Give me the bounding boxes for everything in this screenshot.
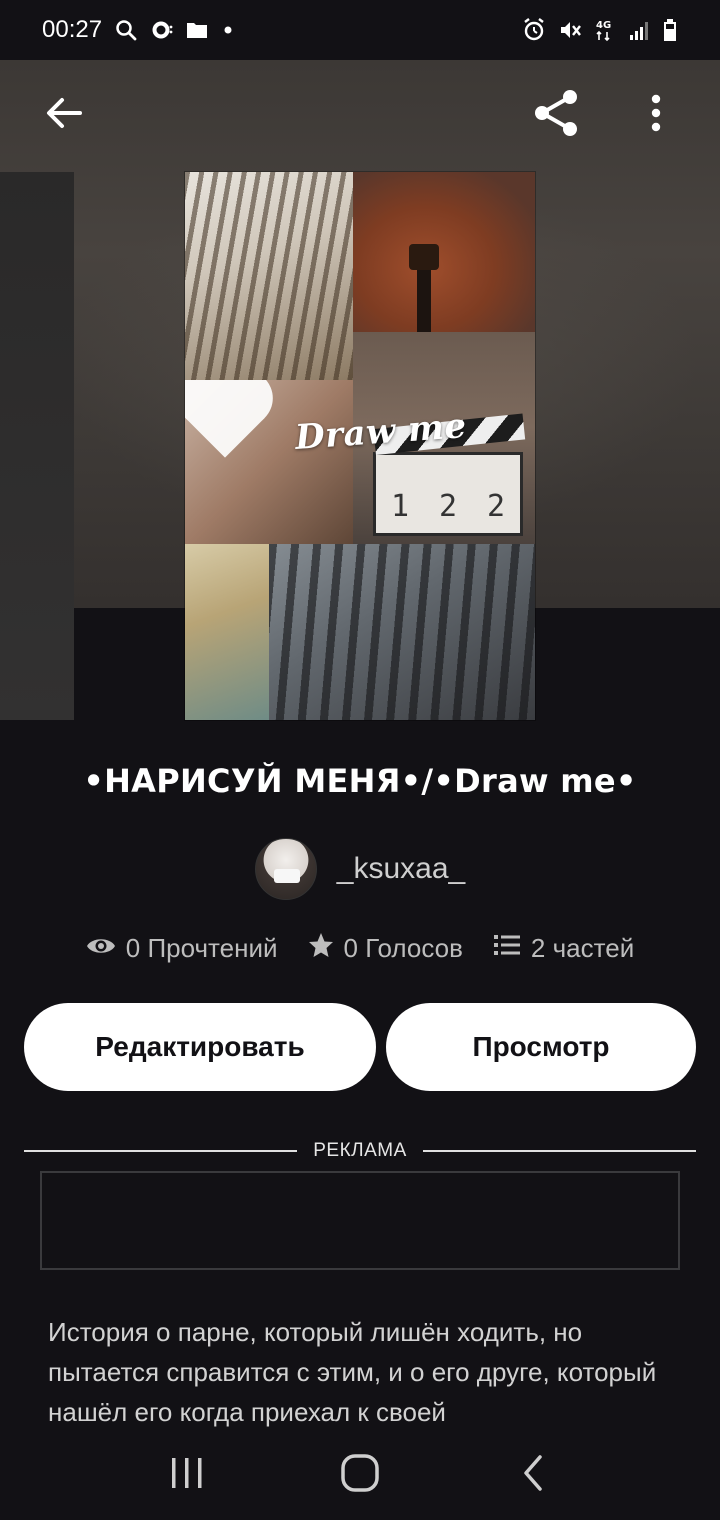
heart-shape xyxy=(185,380,265,458)
clapperboard-cells: 1 2 2 xyxy=(376,489,520,524)
clapperboard-shape: 1 2 2 xyxy=(373,413,526,536)
mute-icon xyxy=(558,18,582,42)
status-right: 4G xyxy=(522,18,678,42)
brush-texture xyxy=(185,172,353,380)
network-4g-icon: 4G xyxy=(594,18,616,42)
story-stats: 0 Прочтений 0 Голосов 2 частей xyxy=(0,932,720,965)
story-cover-image[interactable]: 1 2 2 Draw me xyxy=(185,172,535,720)
pencil-texture xyxy=(269,544,535,720)
star-icon xyxy=(308,932,334,965)
ad-slot[interactable] xyxy=(40,1171,680,1270)
status-time: 00:27 xyxy=(42,16,103,43)
previous-story-cover[interactable] xyxy=(0,172,74,720)
chat-status-icon xyxy=(150,19,174,41)
notification-dot-icon xyxy=(220,22,236,38)
author-row[interactable]: _ksuxaa_ xyxy=(0,838,720,900)
top-app-bar xyxy=(0,60,720,170)
signal-icon xyxy=(628,19,650,41)
ad-divider: РЕКЛАМА xyxy=(24,1140,696,1162)
votes-count: 0 Голосов xyxy=(343,933,463,963)
votes-stat: 0 Голосов xyxy=(308,932,463,965)
ad-line-right xyxy=(422,1150,696,1152)
recent-apps-button[interactable] xyxy=(157,1445,217,1505)
cover-tile-paints xyxy=(185,544,269,720)
cover-tile-autumn-tree xyxy=(353,172,535,332)
preview-button[interactable]: Просмотр xyxy=(386,1003,696,1091)
parts-count: 2 частей xyxy=(530,933,635,963)
back-button[interactable] xyxy=(36,87,92,143)
edit-button[interactable]: Редактировать xyxy=(24,1003,376,1091)
story-description[interactable]: История о парне, который лишён ходить, н… xyxy=(48,1312,678,1430)
search-status-icon xyxy=(114,18,138,42)
more-options-button[interactable] xyxy=(628,87,684,143)
battery-icon xyxy=(662,18,678,42)
clapper-cell: 2 xyxy=(438,489,458,524)
more-vertical-icon xyxy=(649,93,663,138)
author-avatar[interactable] xyxy=(254,838,317,900)
share-icon xyxy=(530,87,582,144)
share-button[interactable] xyxy=(528,87,584,143)
list-icon xyxy=(493,933,521,964)
cover-tile-portrait xyxy=(185,380,353,544)
clapper-cell: 1 xyxy=(390,489,410,524)
action-buttons: Редактировать Просмотр xyxy=(24,1003,696,1091)
system-back-button[interactable] xyxy=(503,1445,563,1505)
parts-stat: 2 частей xyxy=(493,933,634,964)
system-navigation-bar xyxy=(0,1430,720,1520)
cover-tile-brushes xyxy=(185,172,353,380)
clapper-cell: 2 xyxy=(486,489,506,524)
status-bar: 00:27 4G xyxy=(0,0,720,60)
status-left: 00:27 xyxy=(42,16,236,44)
reads-stat: 0 Прочтений xyxy=(86,933,278,964)
author-name[interactable]: _ksuxaa_ xyxy=(337,852,465,886)
chevron-left-icon xyxy=(520,1453,546,1498)
reads-count: 0 Прочтений xyxy=(125,933,278,963)
arrow-left-icon xyxy=(44,93,84,138)
ad-line-left xyxy=(24,1150,298,1152)
svg-text:4G: 4G xyxy=(596,20,611,31)
alarm-icon xyxy=(522,18,546,42)
eye-icon xyxy=(86,933,116,964)
story-title: •НАРИСУЙ МЕНЯ•/•Draw me• xyxy=(83,762,637,800)
home-icon xyxy=(340,1453,380,1498)
recent-apps-icon xyxy=(169,1456,205,1495)
home-button[interactable] xyxy=(330,1445,390,1505)
street-lamp-shape xyxy=(409,244,439,332)
cover-tile-pencils xyxy=(269,544,535,720)
folder-status-icon xyxy=(186,21,208,39)
ad-label: РЕКЛАМА xyxy=(313,1140,407,1161)
